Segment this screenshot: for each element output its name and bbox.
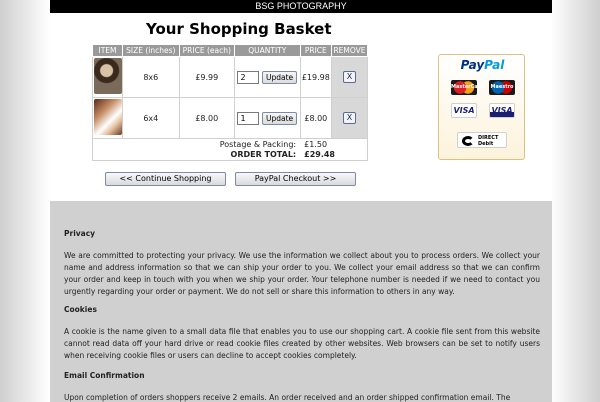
paypal-checkout-button[interactable]: PayPal Checkout >> bbox=[235, 172, 356, 186]
page-title: Your Shopping Basket bbox=[146, 20, 332, 38]
direct-debit-icon bbox=[462, 136, 474, 146]
item-price-each: £8.00 bbox=[178, 97, 235, 139]
payment-methods-panel: PayPal MasterCard Maestro VISA VISA DIRE… bbox=[438, 54, 525, 160]
mastercard-icon: MasterCard bbox=[451, 80, 484, 95]
item-thumbnail[interactable] bbox=[93, 99, 122, 135]
quantity-input[interactable] bbox=[237, 111, 260, 125]
total-row: ORDER TOTAL: £29.48 bbox=[92, 149, 369, 161]
item-thumbnail[interactable] bbox=[93, 58, 122, 94]
col-remove: REMOVE bbox=[331, 44, 368, 57]
visa-icon: VISA bbox=[451, 103, 477, 118]
remove-cell: X bbox=[331, 56, 368, 98]
total-label: ORDER TOTAL: bbox=[92, 149, 301, 161]
direct-debit-logo: DIRECT Debit bbox=[457, 132, 507, 148]
quantity-cell: Update bbox=[233, 56, 301, 98]
quantity-cell: Update bbox=[233, 97, 301, 139]
item-thumbnail-cell bbox=[92, 97, 123, 139]
policy-section: Privacy We are committed to protecting y… bbox=[50, 201, 552, 402]
table-row: 6x4 £8.00 Update £8.00 X bbox=[92, 97, 368, 139]
basket-table: ITEM SIZE (inches) PRICE (each) QUANTITY… bbox=[92, 44, 369, 161]
item-thumbnail-cell bbox=[92, 56, 123, 98]
email-confirmation-text: Upon completion of orders shoppers recei… bbox=[64, 393, 511, 402]
visa-electron-icon: VISA bbox=[489, 103, 515, 118]
postage-value: £1.50 bbox=[300, 138, 369, 150]
col-quantity: QUANTITY bbox=[233, 44, 301, 57]
col-size: SIZE (inches) bbox=[122, 44, 180, 57]
remove-cell: X bbox=[331, 97, 368, 139]
postage-row: Postage & Packing: £1.50 bbox=[92, 138, 369, 150]
item-price-each: £9.99 bbox=[178, 56, 235, 98]
remove-button[interactable]: X bbox=[343, 71, 356, 83]
item-price: £19.98 bbox=[299, 56, 333, 98]
paypal-logo: PayPal bbox=[460, 58, 505, 72]
cookies-heading: Cookies bbox=[64, 305, 97, 314]
col-price-each: PRICE (each) bbox=[178, 44, 235, 57]
total-value: £29.48 bbox=[300, 149, 369, 161]
item-price: £8.00 bbox=[299, 97, 333, 139]
quantity-input[interactable] bbox=[237, 70, 260, 84]
cookies-text: A cookie is the name given to a small da… bbox=[64, 327, 540, 360]
remove-button[interactable]: X bbox=[343, 112, 356, 124]
postage-label: Postage & Packing: bbox=[92, 138, 301, 150]
email-confirmation-heading: Email Confirmation bbox=[64, 371, 145, 380]
continue-shopping-button[interactable]: << Continue Shopping bbox=[105, 172, 226, 186]
privacy-heading: Privacy bbox=[64, 229, 96, 238]
table-header-row: ITEM SIZE (inches) PRICE (each) QUANTITY… bbox=[92, 44, 368, 57]
update-button[interactable]: Update bbox=[261, 111, 298, 125]
table-row: 8x6 £9.99 Update £19.98 X bbox=[92, 56, 368, 98]
site-header: BSG PHOTOGRAPHY bbox=[50, 0, 552, 13]
col-item: ITEM bbox=[92, 44, 123, 57]
item-size: 8x6 bbox=[122, 56, 180, 98]
maestro-icon: Maestro bbox=[489, 80, 515, 95]
update-button[interactable]: Update bbox=[261, 70, 298, 84]
page: BSG PHOTOGRAPHY Your Shopping Basket ITE… bbox=[50, 0, 552, 402]
col-price: PRICE bbox=[299, 44, 333, 57]
privacy-text: We are committed to protecting your priv… bbox=[64, 251, 540, 296]
item-size: 6x4 bbox=[122, 97, 180, 139]
